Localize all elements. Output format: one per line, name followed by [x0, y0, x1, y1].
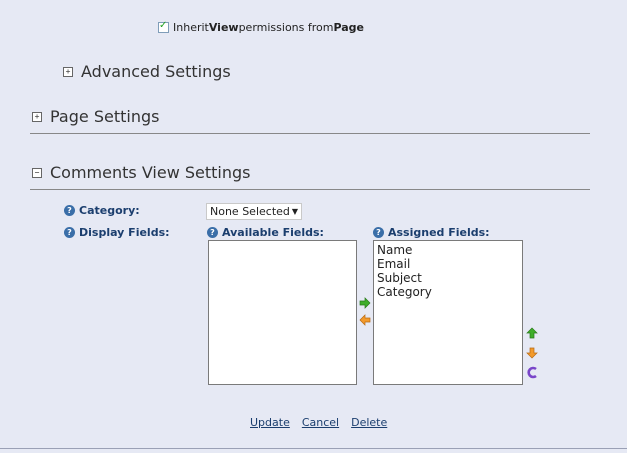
help-icon[interactable]: ? [64, 205, 75, 216]
comments-view-settings-header[interactable]: − Comments View Settings [32, 163, 251, 182]
help-icon[interactable]: ? [207, 227, 218, 238]
cancel-link[interactable]: Cancel [302, 416, 339, 429]
divider [0, 448, 627, 449]
list-item[interactable]: Category [377, 285, 519, 299]
category-label: ? Category: [64, 204, 140, 217]
list-item[interactable]: Subject [377, 271, 519, 285]
arrow-left-icon[interactable] [359, 314, 371, 326]
update-link[interactable]: Update [250, 416, 290, 429]
inherit-text-prefix: Inherit [173, 21, 209, 34]
action-links: Update Cancel Delete [250, 416, 387, 429]
expand-icon[interactable]: + [63, 66, 73, 77]
arrow-up-icon[interactable] [526, 327, 538, 339]
clear-icon[interactable] [526, 366, 538, 379]
available-fields-listbox[interactable] [208, 240, 357, 385]
list-item[interactable]: Email [377, 257, 519, 271]
help-icon[interactable]: ? [373, 227, 384, 238]
inherit-permissions-checkbox[interactable] [158, 20, 169, 33]
display-fields-label: ? Display Fields: [64, 226, 170, 239]
available-fields-label: ? Available Fields: [207, 226, 324, 239]
chevron-down-icon[interactable]: ▼ [292, 207, 298, 216]
help-icon[interactable]: ? [64, 227, 75, 238]
delete-link[interactable]: Delete [351, 416, 387, 429]
category-select-value: None Selected [210, 205, 290, 218]
arrow-down-icon[interactable] [526, 347, 538, 359]
assigned-fields-listbox[interactable]: Name Email Subject Category [373, 240, 523, 385]
advanced-settings-title: Advanced Settings [81, 62, 231, 81]
inherit-text-view: View [208, 21, 239, 34]
comments-view-settings-title: Comments View Settings [50, 163, 251, 182]
page-settings-title: Page Settings [50, 107, 160, 126]
collapse-icon[interactable]: − [32, 167, 42, 178]
advanced-settings-header[interactable]: + Advanced Settings [63, 62, 231, 81]
divider [30, 189, 590, 190]
assigned-fields-label: ? Assigned Fields: [373, 226, 490, 239]
list-item[interactable]: Name [377, 243, 519, 257]
arrow-right-icon[interactable] [359, 297, 371, 309]
category-select[interactable]: None Selected ▼ [206, 203, 302, 220]
page-settings-header[interactable]: + Page Settings [32, 107, 159, 126]
inherit-text-page: Page [333, 21, 365, 34]
expand-icon[interactable]: + [32, 111, 42, 122]
inherit-text-middle: permissions from [238, 21, 334, 34]
divider [30, 133, 590, 134]
inherit-permissions-row: Inherit View permissions from Page [158, 20, 365, 34]
